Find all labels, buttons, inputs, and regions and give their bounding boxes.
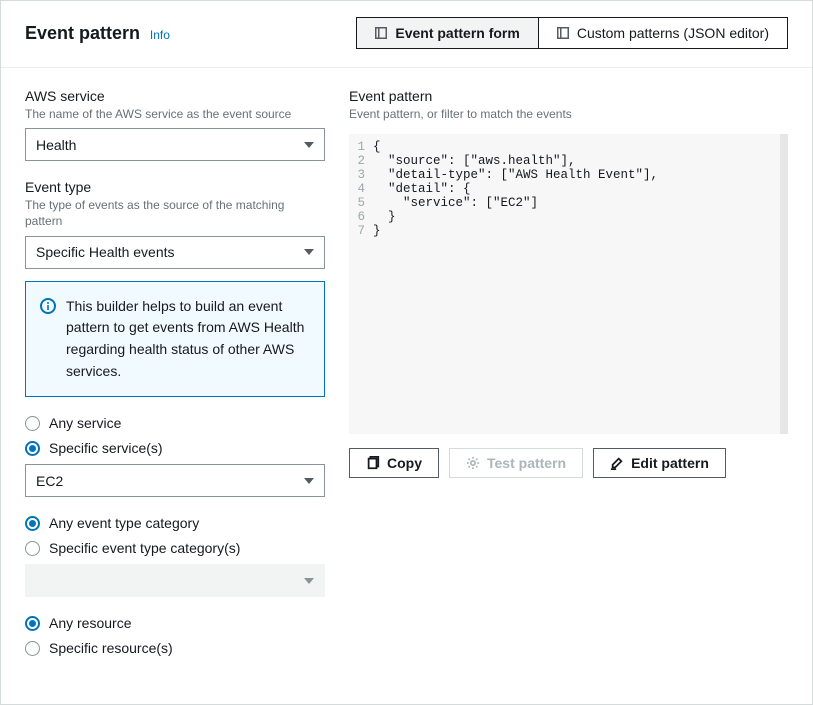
event-type-select[interactable]: Specific Health events xyxy=(25,236,325,269)
aws-service-label: AWS service xyxy=(25,88,325,104)
specific-category-select xyxy=(25,564,325,597)
chevron-down-icon xyxy=(304,578,314,584)
info-link[interactable]: Info xyxy=(150,28,170,42)
chevron-down-icon xyxy=(304,478,314,484)
code-line-1: { xyxy=(373,140,381,154)
aws-service-select[interactable]: Health xyxy=(25,128,325,161)
view-tabs: Event pattern form Custom patterns (JSON… xyxy=(356,17,788,49)
event-type-label: Event type xyxy=(25,179,325,195)
button-label: Test pattern xyxy=(487,455,566,471)
aws-service-desc: The name of the AWS service as the event… xyxy=(25,106,325,122)
radio-circle xyxy=(25,541,40,556)
title-wrap: Event pattern Info xyxy=(25,23,170,44)
code-editor[interactable]: 1{ 2 "source": ["aws.health"], 3 "detail… xyxy=(349,134,788,434)
radio-specific-categories[interactable]: Specific event type category(s) xyxy=(25,540,325,556)
radio-any-resource[interactable]: Any resource xyxy=(25,615,325,631)
service-radio-group: Any service Specific service(s) xyxy=(25,415,325,456)
button-row: Copy Test pattern Edit pattern xyxy=(349,448,788,478)
event-pattern-panel: Event pattern Info Event pattern form Cu… xyxy=(0,0,813,705)
gear-icon xyxy=(466,456,480,470)
code-line-4: "detail": { xyxy=(373,182,471,196)
tab-label: Event pattern form xyxy=(395,25,519,41)
info-icon xyxy=(40,298,56,314)
tab-event-pattern-form[interactable]: Event pattern form xyxy=(356,17,538,49)
copy-button[interactable]: Copy xyxy=(349,448,439,478)
copy-icon xyxy=(366,456,380,470)
chevron-down-icon xyxy=(304,249,314,255)
form-layout-icon xyxy=(375,27,387,39)
radio-label: Specific service(s) xyxy=(49,440,163,456)
edit-icon xyxy=(610,456,624,470)
radio-any-service[interactable]: Any service xyxy=(25,415,325,431)
select-value: Health xyxy=(36,137,76,153)
select-value: Specific Health events xyxy=(36,244,175,260)
radio-label: Specific event type category(s) xyxy=(49,540,240,556)
code-line-6: } xyxy=(373,210,396,224)
category-radio-group: Any event type category Specific event t… xyxy=(25,515,325,556)
radio-label: Specific resource(s) xyxy=(49,640,173,656)
select-value: EC2 xyxy=(36,473,63,489)
info-text: This builder helps to build an event pat… xyxy=(66,296,310,383)
code-line-3: "detail-type": ["AWS Health Event"], xyxy=(373,168,658,182)
radio-circle xyxy=(25,641,40,656)
event-type-desc: The type of events as the source of the … xyxy=(25,197,325,229)
code-line-5: "service": ["EC2"] xyxy=(373,196,538,210)
edit-pattern-button[interactable]: Edit pattern xyxy=(593,448,726,478)
button-label: Copy xyxy=(387,455,422,471)
code-line-7: } xyxy=(373,224,381,238)
form-layout-icon xyxy=(557,27,569,39)
radio-circle xyxy=(25,416,40,431)
chevron-down-icon xyxy=(304,142,314,148)
pattern-desc: Event pattern, or filter to match the ev… xyxy=(349,106,788,122)
radio-circle xyxy=(25,516,40,531)
radio-circle xyxy=(25,441,40,456)
right-column: Event pattern Event pattern, or filter t… xyxy=(349,88,788,656)
code-line-2: "source": ["aws.health"], xyxy=(373,154,576,168)
radio-any-category[interactable]: Any event type category xyxy=(25,515,325,531)
page-title: Event pattern xyxy=(25,23,140,43)
radio-specific-resources[interactable]: Specific resource(s) xyxy=(25,640,325,656)
radio-label: Any service xyxy=(49,415,121,431)
panel-header: Event pattern Info Event pattern form Cu… xyxy=(1,1,812,68)
radio-specific-services[interactable]: Specific service(s) xyxy=(25,440,325,456)
resource-radio-group: Any resource Specific resource(s) xyxy=(25,615,325,656)
radio-label: Any resource xyxy=(49,615,131,631)
test-pattern-button[interactable]: Test pattern xyxy=(449,448,583,478)
builder-info-box: This builder helps to build an event pat… xyxy=(25,281,325,398)
left-column: AWS service The name of the AWS service … xyxy=(25,88,325,656)
panel-body: AWS service The name of the AWS service … xyxy=(1,68,812,676)
pattern-title: Event pattern xyxy=(349,88,788,104)
specific-service-select[interactable]: EC2 xyxy=(25,464,325,497)
tab-custom-patterns[interactable]: Custom patterns (JSON editor) xyxy=(539,17,788,49)
radio-circle xyxy=(25,616,40,631)
button-label: Edit pattern xyxy=(631,455,709,471)
radio-label: Any event type category xyxy=(49,515,199,531)
tab-label: Custom patterns (JSON editor) xyxy=(577,25,769,41)
